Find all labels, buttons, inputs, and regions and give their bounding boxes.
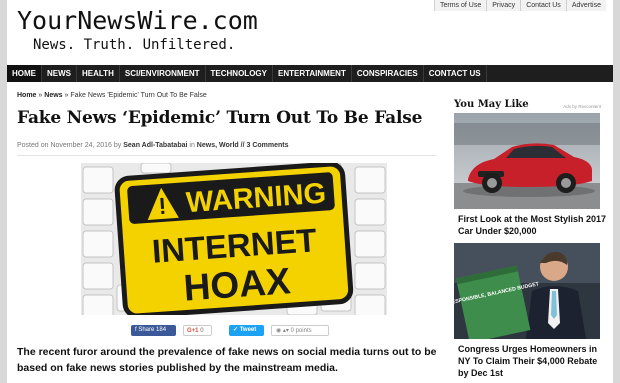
stumbleupon-button[interactable]: ◉ ▴▾ 0 points (271, 325, 329, 336)
breadcrumb: Home » News » Fake News 'Epidemic' Turn … (17, 92, 207, 99)
vote-arrows-icon: ▴▾ (282, 328, 289, 334)
article-hero-image: WARNING INTERNET HOAX (81, 163, 387, 315)
facebook-share-button[interactable]: f Share 184 (131, 325, 176, 336)
top-links: Terms of Use Privacy Contact Us Advertis… (434, 0, 606, 11)
gplus-count: 0 (200, 328, 204, 334)
warning-sign: WARNING INTERNET HOAX (114, 163, 354, 315)
category-links[interactable]: News, World (197, 142, 239, 149)
breadcrumb-news[interactable]: News (44, 92, 62, 99)
main-nav: HOME NEWS HEALTH SCI/ENVIRONMENT TECHNOL… (7, 65, 613, 82)
nav-conspiracies[interactable]: CONSPIRACIES (352, 65, 424, 82)
comments-link[interactable]: // 3 Comments (241, 142, 289, 149)
gplus-button[interactable]: G+1 0 (183, 325, 212, 336)
stumbleupon-icon: ◉ (276, 328, 282, 334)
advertise-link[interactable]: Advertise (565, 0, 606, 11)
breadcrumb-home[interactable]: Home (17, 92, 36, 99)
article-lead: The recent furor around the prevalence o… (17, 346, 437, 374)
breadcrumb-current: Fake News 'Epidemic' Turn Out To Be Fals… (70, 92, 207, 99)
site-logo[interactable]: YourNewsWire.com (17, 6, 258, 35)
nav-technology[interactable]: TECHNOLOGY (206, 65, 273, 82)
page: Terms of Use Privacy Contact Us Advertis… (7, 0, 613, 383)
sidebar-title: You May Like (454, 99, 529, 110)
nav-contact-us[interactable]: CONTACT US (424, 65, 487, 82)
breadcrumb-separator: » (64, 92, 69, 99)
twitter-icon: ✓ (233, 327, 239, 333)
article-byline: Posted on November 24, 2016 by Sean Adl-… (17, 142, 437, 156)
sign-line-3: HOAX (182, 260, 292, 308)
author-link[interactable]: Sean Adl-Tabatabai (123, 142, 187, 149)
gplus-label: G+1 (187, 328, 199, 334)
tweet-label: Tweet (239, 327, 257, 333)
sidebar-ad-image-congress[interactable]: A RESPONSIBLE, BALANCED BUDGET (454, 243, 600, 339)
stumbleupon-points: 0 points (290, 328, 312, 334)
breadcrumb-separator: » (38, 92, 43, 99)
nav-sci-environment[interactable]: SCI/ENVIRONMENT (120, 65, 206, 82)
privacy-link[interactable]: Privacy (486, 0, 520, 11)
nav-entertainment[interactable]: ENTERTAINMENT (273, 65, 352, 82)
sidebar-ad-image-car[interactable] (454, 113, 600, 209)
nav-home[interactable]: HOME (7, 65, 42, 82)
in-label: in (189, 142, 195, 149)
tweet-button[interactable]: ✓ Tweet (229, 325, 264, 336)
nav-news[interactable]: NEWS (42, 65, 77, 82)
facebook-share-count: 184 (156, 327, 167, 333)
sidebar-ad-caption-1[interactable]: First Look at the Most Stylish 2017 Car … (458, 213, 608, 237)
facebook-share-label: Share (138, 327, 155, 333)
article-title: Fake News ‘Epidemic’ Turn Out To Be Fals… (17, 108, 423, 128)
sidebar-ad-caption-2[interactable]: Congress Urges Homeowners in NY To Claim… (458, 343, 608, 379)
contact-link[interactable]: Contact Us (520, 0, 566, 11)
ads-label[interactable]: Ads by Revcontent (563, 104, 601, 109)
site-tagline: News. Truth. Unfiltered. (33, 37, 236, 53)
facebook-icon: f (135, 327, 137, 333)
posted-on: Posted on November 24, 2016 by (17, 142, 122, 149)
nav-health[interactable]: HEALTH (77, 65, 120, 82)
terms-link[interactable]: Terms of Use (434, 0, 486, 11)
